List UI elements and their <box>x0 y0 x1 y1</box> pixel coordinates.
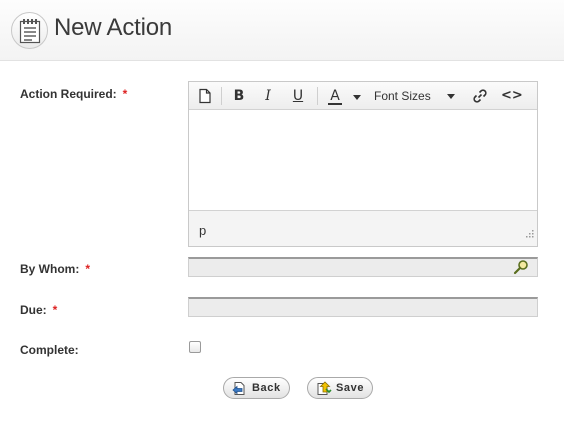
text-color-button[interactable]: A <box>327 86 343 106</box>
by-whom-label: By Whom: * <box>20 262 90 276</box>
bold-button[interactable]: B <box>231 86 247 106</box>
underline-button[interactable]: U <box>290 86 306 106</box>
element-path[interactable]: p <box>199 223 206 238</box>
toolbar-separator <box>221 87 222 105</box>
page-title: New Action <box>54 14 173 41</box>
required-mark: * <box>85 262 90 276</box>
action-required-label: Action Required: * <box>20 87 128 101</box>
link-icon[interactable] <box>471 86 489 106</box>
resize-handle-icon[interactable] <box>525 225 534 243</box>
notepad-icon <box>11 12 48 49</box>
save-icon <box>317 380 332 395</box>
required-mark: * <box>52 303 58 317</box>
chevron-down-icon[interactable] <box>447 94 455 99</box>
back-button[interactable]: Back <box>223 377 290 399</box>
font-sizes-dropdown[interactable]: Font Sizes <box>374 89 431 103</box>
chevron-down-icon[interactable] <box>353 95 361 100</box>
editor-toolbar: B I U A Font Sizes <> <box>189 82 537 110</box>
due-date-input[interactable] <box>188 297 538 317</box>
complete-label: Complete: <box>20 343 79 357</box>
back-icon <box>232 381 245 395</box>
new-document-icon[interactable] <box>196 86 214 106</box>
rich-text-editor: B I U A Font Sizes <> p <box>188 81 538 247</box>
due-label: Due: * <box>20 303 58 317</box>
editor-statusbar: p <box>189 210 537 246</box>
required-mark: * <box>122 87 128 101</box>
complete-checkbox[interactable] <box>189 341 201 353</box>
save-button[interactable]: Save <box>307 377 374 399</box>
page-header: New Action <box>0 0 564 61</box>
editor-content-area[interactable] <box>189 110 537 210</box>
toolbar-separator <box>317 87 318 105</box>
magnifier-lookup-icon[interactable] <box>513 259 560 280</box>
source-code-button[interactable]: <> <box>501 86 523 106</box>
by-whom-input[interactable] <box>188 257 538 277</box>
color-swatch <box>328 103 342 105</box>
italic-button[interactable]: I <box>260 86 276 106</box>
